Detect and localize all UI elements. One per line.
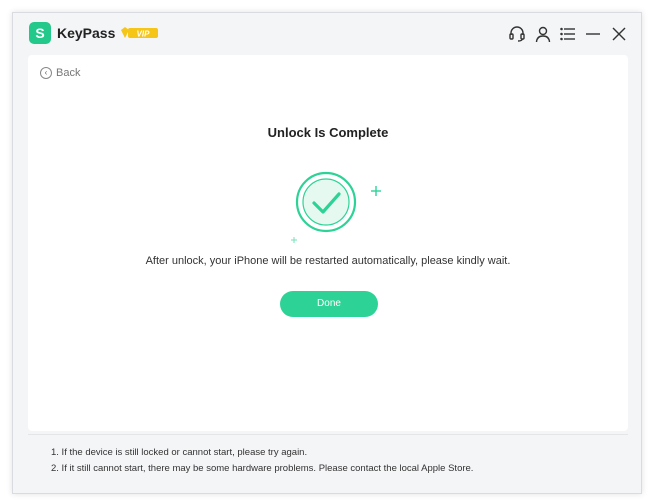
back-button[interactable]: ‹ Back [40,67,80,79]
menu-icon[interactable] [558,24,578,44]
app-logo: S [29,22,51,44]
title-bar: S KeyPass VIP [13,13,641,55]
success-check-icon [291,171,381,243]
app-window: S KeyPass VIP ‹ Back Unlock Is Complete … [12,12,642,494]
sparkle-plus-icon [371,186,381,196]
done-button[interactable]: Done [280,291,378,317]
sparkle-plus-small-icon [291,237,297,243]
app-name: KeyPass [57,25,116,41]
note-item: 1. If the device is still locked or cann… [51,447,308,458]
user-icon[interactable] [533,24,553,44]
vip-label: VIP [137,30,151,39]
minimize-icon[interactable] [583,24,603,44]
vip-badge[interactable]: VIP [119,26,159,40]
main-panel: ‹ Back Unlock Is Complete After unlock, … [28,55,628,431]
close-icon[interactable] [609,24,629,44]
help-notes: 1. If the device is still locked or cann… [51,445,473,477]
headset-icon[interactable] [507,24,527,44]
note-item: 2. If it still cannot start, there may b… [51,463,474,474]
back-arrow-icon: ‹ [40,67,52,79]
completion-message: After unlock, your iPhone will be restar… [145,255,511,267]
divider [28,434,628,435]
page-title: Unlock Is Complete [267,125,389,140]
back-label: Back [56,67,81,79]
